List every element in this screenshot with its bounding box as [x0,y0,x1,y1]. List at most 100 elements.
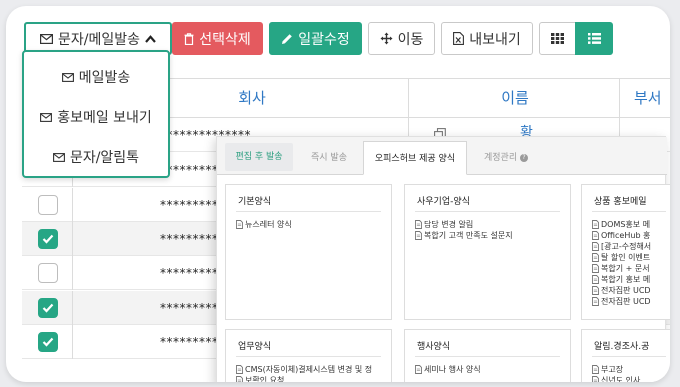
document-icon [592,231,599,240]
document-icon [592,297,599,306]
section-title: 기본양식 [238,197,272,207]
excel-file-icon [453,32,465,45]
template-item[interactable]: 탈 할인 이벤트 [592,252,670,263]
template-item-label: 신년도 인사 [601,376,641,382]
bulk-edit-button[interactable]: 일괄수정 [269,22,362,55]
document-icon [415,231,422,240]
checkmark-icon [42,303,54,313]
column-divider [72,256,73,290]
app-window: 문자/메일발송 선택삭제 일괄수정 이동 내보내기 회사 이름 부서 *****… [6,6,670,382]
menu-item-send-mail[interactable]: 메일발송 [24,57,168,97]
template-item[interactable]: 전자집판 UCD [592,296,670,307]
section-title: 업무양식 [238,342,272,352]
row-checkbox[interactable] [38,229,58,249]
bulk-edit-label: 일괄수정 [298,31,350,48]
document-icon [592,242,599,251]
list-view-toggle[interactable] [575,22,613,55]
section-title: 행사양식 [417,342,451,352]
menu-item-promo-mail[interactable]: 홍보메일 보내기 [24,97,168,137]
section-title: 알림.경조사.공 [594,342,650,352]
template-item[interactable]: 복합기 + 문서 [592,263,670,274]
template-item-label: 보확인 요청 [245,376,285,382]
section-divider [415,211,560,212]
pencil-icon [282,33,293,44]
tab-officehub-templates[interactable]: 오피스허브 제공 양식 [363,141,467,175]
tab-account-settings[interactable]: 계정관리 ? [471,141,541,175]
template-item[interactable]: 복합기 고객 만족도 설문지 [415,230,568,241]
template-item[interactable]: 부고장 [592,364,670,375]
tab-label: 계정관리 [484,153,518,163]
tab-edit-and-send[interactable]: 편집 후 발송 [225,143,293,171]
document-icon [592,220,599,229]
help-icon: ? [520,153,528,162]
template-item-label: 복합기 + 문서 [601,264,650,273]
column-header-name[interactable]: 이름 [410,79,620,117]
template-item-label: 부고장 [601,365,624,374]
template-section: 사우기업-양식담당 변경 알림 복합기 고객 만족도 설문지 [404,184,571,320]
move-arrows-icon [380,32,393,45]
template-item[interactable]: 담당 변경 알림 [415,219,568,230]
template-section: 기본양식뉴스레터 양식 [225,184,392,320]
template-item-label: 세미나 행사 양식 [424,365,481,374]
menu-item-label: 메일발송 [78,70,131,86]
checkmark-icon [42,337,54,347]
document-icon [592,286,599,295]
envelope-icon [40,33,53,44]
row-checkbox[interactable] [38,195,58,215]
template-item-label: CMS(자동이체)결제시스템 변경 및 정 [245,365,373,374]
template-item[interactable]: 신년도 인사 [592,375,670,382]
template-section: 행사양식세미나 행사 양식 [404,329,571,382]
document-icon [236,376,243,382]
row-checkbox[interactable] [38,298,58,318]
template-section: 알림.경조사.공부고장신년도 인사 [581,329,670,382]
document-icon [236,365,243,374]
section-title: 사우기업-양식 [417,197,470,207]
delete-selected-label: 선택삭제 [199,31,251,48]
section-title: 상품 홍보메일 [594,197,647,207]
list-icon [587,33,601,44]
template-item[interactable]: DOMS홍보 메 [592,219,670,230]
template-item[interactable]: 뉴스레터 양식 [236,219,389,230]
template-item[interactable]: 복합기 홍보 메 [592,274,670,285]
column-header-department[interactable]: 부서 [620,79,670,117]
template-item-label: 뉴스레터 양식 [245,220,292,229]
menu-item-sms-alimtalk[interactable]: 문자/알림톡 [24,137,168,177]
document-icon [415,365,422,374]
export-button[interactable]: 내보내기 [441,22,533,55]
section-divider [592,211,666,212]
menu-item-label: 문자/알림톡 [69,150,140,166]
row-checkbox[interactable] [38,263,58,283]
column-divider [408,79,409,117]
template-item[interactable]: [광고-수정해서 [592,241,670,252]
template-item[interactable]: 보확인 요청 [236,375,389,382]
row-checkbox[interactable] [38,332,58,352]
template-item-label: [광고-수정해서 [601,242,652,251]
delete-selected-button[interactable]: 선택삭제 [172,22,263,55]
column-divider [72,188,73,222]
template-section: 업무양식 CMS(자동이체)결제시스템 변경 및 정보확인 요청 [225,329,392,382]
section-divider [415,356,560,357]
template-item-label: 전자집판 UCD [601,297,651,306]
grid-view-toggle[interactable] [539,22,576,55]
document-icon [236,220,243,229]
sms-mail-dropdown-menu: 메일발송 홍보메일 보내기 문자/알림톡 [22,50,170,178]
menu-item-label: 홍보메일 보내기 [57,110,152,126]
template-item[interactable]: CMS(자동이체)결제시스템 변경 및 정 [236,364,389,375]
section-divider [236,356,381,357]
tab-send-now[interactable]: 즉시 발송 [297,141,361,175]
move-label: 이동 [397,31,424,48]
template-item[interactable]: OfficeHub 홍 [592,230,670,241]
template-item[interactable]: 세미나 행사 양식 [415,364,568,375]
section-divider [592,356,666,357]
document-icon [415,220,422,229]
template-tabs: 편집 후 발송 즉시 발송 오피스허브 제공 양식 계정관리 ? [217,137,667,175]
document-icon [592,275,599,284]
template-item[interactable]: 전자집판 UCD [592,285,670,296]
column-divider [72,222,73,256]
envelope-icon [40,112,53,122]
move-button[interactable]: 이동 [368,22,435,55]
column-divider [72,325,73,359]
template-item-label: DOMS홍보 메 [601,220,651,229]
grid-icon [551,33,564,44]
chevron-up-icon [145,34,156,43]
